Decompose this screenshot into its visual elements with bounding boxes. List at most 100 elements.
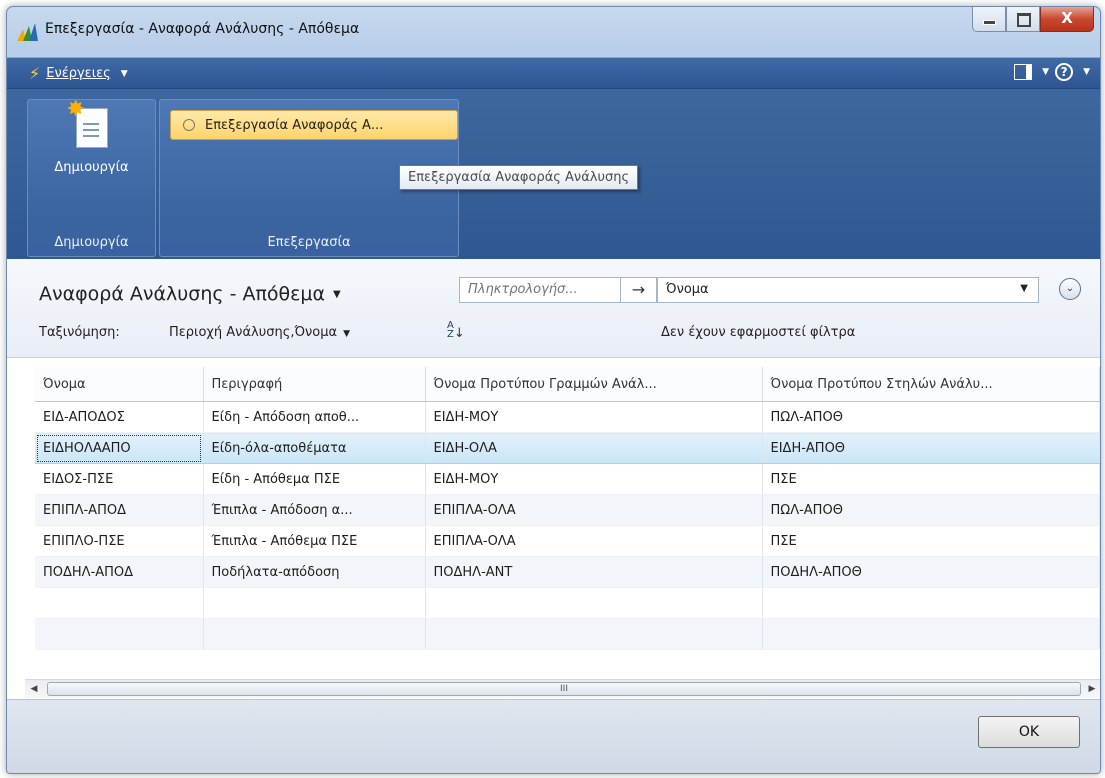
sort-value: Περιοχή Ανάλυσης,Όνομα <box>169 325 338 340</box>
window-title: Επεξεργασία - Αναφορά Ανάλυσης - Απόθεμα <box>45 21 360 37</box>
actions-menu[interactable]: ⚡ Ενέργειες ▼ <box>29 64 128 83</box>
cell-row-template[interactable]: ΕΠΙΠΛΑ-ΟΛΑ <box>425 494 763 526</box>
cell-description[interactable]: Είδη - Απόθεμα ΠΣΕ <box>203 463 426 495</box>
layout-dropdown-icon[interactable]: ▼ <box>1042 67 1049 77</box>
cell-description[interactable]: Έπιπλα - Απόδοση α... <box>203 494 426 526</box>
table-row[interactable]: ΕΠΙΠΛΟ-ΠΣΕ Έπιπλα - Απόθεμα ΠΣΕ ΕΠΙΠΛΑ-Ο… <box>35 525 1100 557</box>
help-dropdown-icon[interactable]: ▼ <box>1083 67 1090 77</box>
ok-button[interactable]: OK <box>978 716 1080 748</box>
cell-column-template[interactable]: ΠΟΔΗΛ-ΑΠΟΘ <box>762 556 1100 588</box>
table-row-selected[interactable]: ΕΙΔΗΟΛΑΑΠΟ Είδη-όλα-αποθέματα ΕΙΔΗ-ΟΛΑ Ε… <box>35 432 1100 464</box>
ribbon-group-label-new: Δημιουργία <box>54 235 129 250</box>
cell-row-template[interactable]: ΕΙΔΗ-ΟΛΑ <box>425 432 763 464</box>
maximize-button[interactable] <box>1006 7 1040 32</box>
chevron-down-icon: ▼ <box>343 329 351 339</box>
cell-name[interactable]: ΕΠΙΠΛΟ-ΠΣΕ <box>35 525 204 557</box>
sort-label: Ταξινόμηση: <box>39 325 120 340</box>
app-logo-icon <box>17 23 38 41</box>
page-title[interactable]: Αναφορά Ανάλυσης - Απόθεμα ▼ <box>39 283 341 305</box>
cell-column-template[interactable]: ΕΙΔΗ-ΑΠΟΘ <box>762 432 1100 464</box>
table-header-row: Όνομα Περιγραφή Όνομα Προτύπου Γραμμών Α… <box>35 367 1100 402</box>
cell-description[interactable]: Ποδήλατα-απόδοση <box>203 556 426 588</box>
actions-menu-label: Ενέργειες <box>46 66 111 81</box>
cell-row-template[interactable]: ΠΟΔΗΛ-ΑΝΤ <box>425 556 763 588</box>
chevron-down-icon: ▼ <box>120 68 128 79</box>
table-row[interactable]: ΕΙΔΟΣ-ΠΣΕ Είδη - Απόθεμα ΠΣΕ ΕΙΔΗ-ΜΟΥ ΠΣ… <box>35 463 1100 495</box>
horizontal-scrollbar[interactable]: ◀ III ▶ <box>25 679 1100 698</box>
data-grid: Όνομα Περιγραφή Όνομα Προτύπου Γραμμών Α… <box>35 367 1100 687</box>
cell-row-template[interactable]: ΕΠΙΠΛΑ-ΟΛΑ <box>425 525 763 557</box>
scrollbar-thumb[interactable]: III <box>47 682 1081 696</box>
search-field[interactable] <box>468 282 612 297</box>
cell-empty[interactable] <box>762 587 1100 619</box>
new-button[interactable]: ✸ Δημιουργία <box>28 99 155 177</box>
close-icon: X <box>1061 9 1073 27</box>
cell-empty[interactable] <box>35 587 204 619</box>
arrow-down-icon: ↓ <box>453 326 465 341</box>
radio-icon <box>183 119 195 131</box>
cell-row-template[interactable]: ΕΙΔΗ-ΜΟΥ <box>425 401 763 433</box>
cell-empty[interactable] <box>425 618 763 650</box>
cell-empty[interactable] <box>35 618 204 650</box>
list-page: Αναφορά Ανάλυσης - Απόθεμα▼ → Όνομα ▼ ⌄ … <box>7 259 1100 699</box>
cell-column-template[interactable]: ΠΩΛ-ΑΠΟΘ <box>762 494 1100 526</box>
page-title-text: Αναφορά Ανάλυσης - Απόθεμα <box>39 283 326 305</box>
edit-analysis-report-button[interactable]: Επεξεργασία Αναφοράς Α... <box>170 110 458 140</box>
cell-name[interactable]: ΠΟΔΗΛ-ΑΠΟΔ <box>35 556 204 588</box>
column-header-row-template[interactable]: Όνομα Προτύπου Γραμμών Ανάλ... <box>425 367 763 402</box>
maximize-icon <box>1017 13 1031 27</box>
column-header-description[interactable]: Περιγραφή <box>203 367 426 402</box>
cell-name[interactable]: ΕΙΔΗΟΛΑΑΠΟ <box>35 432 204 464</box>
tooltip: Επεξεργασία Αναφοράς Ανάλυσης <box>399 165 639 190</box>
cell-column-template[interactable]: ΠΩΛ-ΑΠΟΘ <box>762 401 1100 433</box>
filter-status: Δεν έχουν εφαρμοστεί φίλτρα <box>661 325 856 340</box>
cell-description[interactable]: Έπιπλα - Απόθεμα ΠΣΕ <box>203 525 426 557</box>
title-bar: Επεξεργασία - Αναφορά Ανάλυσης - Απόθεμα… <box>7 7 1100 53</box>
cell-empty[interactable] <box>203 618 426 650</box>
chevron-down-icon: ▼ <box>1020 283 1028 294</box>
cell-description[interactable]: Είδη-όλα-αποθέματα <box>203 432 426 464</box>
column-header-column-template[interactable]: Όνομα Προτύπου Στηλών Ανάλυ... <box>762 367 1100 402</box>
help-icon[interactable]: ? <box>1055 63 1074 81</box>
edit-analysis-report-label: Επεξεργασία Αναφοράς Α... <box>205 117 384 133</box>
table-row-empty[interactable] <box>35 587 1100 619</box>
report-table: Όνομα Περιγραφή Όνομα Προτύπου Γραμμών Α… <box>35 367 1100 650</box>
new-button-label: Δημιουργία <box>54 160 129 175</box>
ribbon-group-new: ✸ Δημιουργία Δημιουργία <box>27 99 156 257</box>
cell-empty[interactable] <box>762 618 1100 650</box>
table-row-empty[interactable] <box>35 618 1100 650</box>
cell-name[interactable]: ΕΙΔ-ΑΠΟΔΟΣ <box>35 401 204 433</box>
minimize-button[interactable] <box>972 7 1006 32</box>
star-icon: ✸ <box>66 97 85 122</box>
dialog-window: Επεξεργασία - Αναφορά Ανάλυσης - Απόθεμα… <box>6 6 1101 774</box>
sort-dropdown[interactable]: Περιοχή Ανάλυσης,Όνομα ▼ <box>169 325 350 340</box>
cell-description[interactable]: Είδη - Απόδοση αποθ... <box>203 401 426 433</box>
page-header: Αναφορά Ανάλυσης - Απόθεμα▼ → Όνομα ▼ ⌄ … <box>7 259 1100 358</box>
arrow-right-icon: → <box>631 280 646 299</box>
column-header-name[interactable]: Όνομα <box>35 367 204 402</box>
lightning-icon: ⚡ <box>29 64 41 83</box>
cell-row-template[interactable]: ΕΙΔΗ-ΜΟΥ <box>425 463 763 495</box>
search-field-value: Όνομα <box>666 282 709 297</box>
cell-column-template[interactable]: ΠΣΕ <box>762 463 1100 495</box>
table-row[interactable]: ΠΟΔΗΛ-ΑΠΟΔ Ποδήλατα-απόδοση ΠΟΔΗΛ-ΑΝΤ ΠΟ… <box>35 556 1100 588</box>
ribbon-group-label-edit: Επεξεργασία <box>267 235 351 250</box>
search-input[interactable] <box>459 277 621 303</box>
table-row[interactable]: ΕΙΔ-ΑΠΟΔΟΣ Είδη - Απόδοση αποθ... ΕΙΔΗ-Μ… <box>35 401 1100 433</box>
scroll-left-icon[interactable]: ◀ <box>27 682 41 696</box>
sort-direction-button[interactable]: A Z↓ <box>447 321 465 341</box>
cell-name[interactable]: ΕΠΙΠΛ-ΑΠΟΔ <box>35 494 204 526</box>
cell-column-template[interactable]: ΠΣΕ <box>762 525 1100 557</box>
chevron-down-icon: ▼ <box>333 289 341 300</box>
table-row[interactable]: ΕΠΙΠΛ-ΑΠΟΔ Έπιπλα - Απόδοση α... ΕΠΙΠΛΑ-… <box>35 494 1100 526</box>
close-button[interactable]: X <box>1040 7 1094 32</box>
scroll-right-icon[interactable]: ▶ <box>1085 682 1099 696</box>
search-go-button[interactable]: → <box>621 277 657 303</box>
search-field-select[interactable]: Όνομα ▼ <box>657 277 1039 303</box>
actions-bar: ⚡ Ενέργειες ▼ ▼ ? ▼ <box>7 57 1100 89</box>
cell-name[interactable]: ΕΙΔΟΣ-ΠΣΕ <box>35 463 204 495</box>
layout-icon[interactable] <box>1014 64 1033 80</box>
cell-empty[interactable] <box>203 587 426 619</box>
cell-empty[interactable] <box>425 587 763 619</box>
expand-filter-button[interactable]: ⌄ <box>1059 278 1081 300</box>
